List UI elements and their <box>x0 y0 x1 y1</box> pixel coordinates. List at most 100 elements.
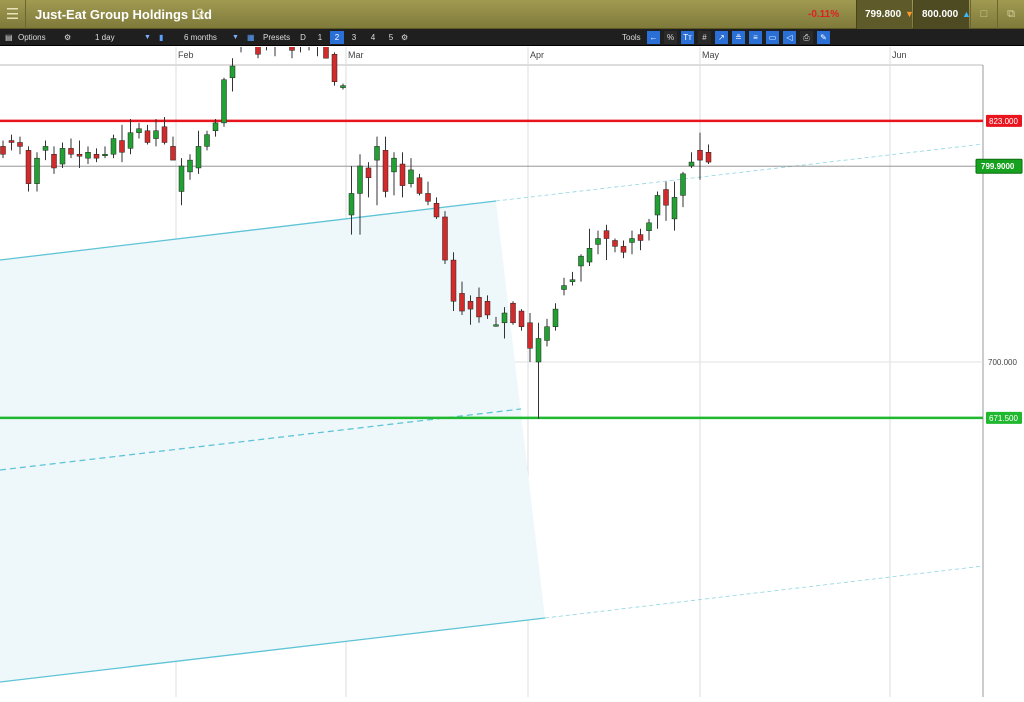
tools-label: Tools <box>622 33 641 42</box>
x-tick-label-apr: Apr <box>530 50 544 60</box>
candle-body <box>493 324 499 327</box>
search-icon[interactable]: ⚲ <box>195 6 205 22</box>
chart-toolbar: ▤ Options ⚙ 1 day ▼ ▮ 6 months ▼ ▦ Prese… <box>0 29 1024 46</box>
candle-body <box>68 148 74 155</box>
preset-2[interactable]: 2 <box>330 31 344 44</box>
sell-price: 799.800 <box>865 9 902 20</box>
candle-body <box>569 279 576 282</box>
range-select[interactable]: 6 months <box>184 31 217 44</box>
options-button[interactable]: Options <box>18 31 46 44</box>
preset-d[interactable]: D <box>296 31 310 44</box>
channel-fill <box>0 201 545 682</box>
chart-canvas[interactable]: FebMarAprMayJun900.000700.000896.500823.… <box>0 0 1024 697</box>
buy-price: 800.000 <box>922 9 959 20</box>
settings-gear-icon[interactable]: ⚙ <box>64 31 71 44</box>
x-tick-label-jun: Jun <box>892 50 907 60</box>
candle-body <box>663 189 669 206</box>
candle-body <box>637 234 644 241</box>
candle-body <box>501 312 508 324</box>
level-label: 671.500 <box>989 414 1018 423</box>
candle-body <box>221 79 227 124</box>
candle-body <box>391 157 397 173</box>
calendar-icon[interactable]: ▦ <box>247 31 255 44</box>
trendline-icon[interactable]: ↗ <box>715 31 728 44</box>
candle-body <box>484 300 491 316</box>
candle-body <box>425 193 431 202</box>
candle-body <box>688 161 695 167</box>
chevron-down-icon[interactable]: ▼ <box>232 31 239 44</box>
expand-icon[interactable]: ⧉ <box>997 0 1024 29</box>
candle-body <box>365 167 372 179</box>
candle-body <box>25 150 32 184</box>
price-chart[interactable]: FebMarAprMayJun900.000700.000896.500823.… <box>0 0 1024 697</box>
candle-body <box>0 146 6 155</box>
candle-body <box>76 153 83 157</box>
candle-body <box>51 153 57 169</box>
candle-body <box>331 54 338 82</box>
candle-body <box>59 148 66 165</box>
candle-body <box>93 153 100 159</box>
level-label: 823.000 <box>989 117 1018 126</box>
candle-body <box>459 293 465 312</box>
candle-body <box>17 142 23 147</box>
interval-select[interactable]: 1 day <box>95 31 115 44</box>
x-tick-label-may: May <box>702 50 720 60</box>
buy-price-button[interactable]: 800.000 ▲ <box>913 0 971 29</box>
candle-body <box>195 146 202 169</box>
candle-body <box>518 310 525 327</box>
candle-body <box>510 302 516 324</box>
candle-body <box>654 195 661 216</box>
chevron-down-icon[interactable]: ▼ <box>144 31 151 44</box>
candle-body <box>578 255 584 267</box>
candle-body <box>170 146 176 161</box>
preset-4[interactable]: 4 <box>366 31 380 44</box>
print-icon[interactable]: ⎙ <box>800 31 813 44</box>
candle-body <box>255 0 261 55</box>
hamburger-icon[interactable]: ☰ <box>0 0 26 29</box>
back-arrow-icon[interactable]: ← <box>647 31 660 44</box>
candle-body <box>442 216 448 261</box>
candle-body <box>527 322 533 349</box>
preset-1[interactable]: 1 <box>313 31 327 44</box>
x-axis-strip <box>0 47 1024 65</box>
shapes-icon[interactable]: ▭ <box>766 31 779 44</box>
candle-body <box>705 152 712 163</box>
preset-3[interactable]: 3 <box>347 31 361 44</box>
preset-settings-icon[interactable]: ⚙ <box>401 31 408 44</box>
price-change: -0.11% <box>808 9 840 20</box>
candle-body <box>212 122 219 131</box>
candle-body <box>382 150 389 192</box>
candle-body <box>161 126 168 143</box>
candle-body <box>646 222 652 231</box>
candle-body <box>229 65 236 79</box>
detach-icon[interactable]: □ <box>970 0 997 29</box>
last-price-label: 799.9000 <box>981 162 1015 171</box>
candle-body <box>680 173 686 196</box>
lock-icon[interactable]: ▮ <box>159 31 163 44</box>
settings-wrench-icon[interactable]: ✎ <box>817 31 830 44</box>
candle-body <box>340 85 346 88</box>
parallel-channel-icon[interactable]: ≗ <box>732 31 745 44</box>
callout-icon[interactable]: ◁ <box>783 31 796 44</box>
options-icon[interactable]: ▤ <box>5 31 13 44</box>
y-tick-label: 700.000 <box>988 358 1017 367</box>
candle-body <box>119 140 125 153</box>
channel-upper-extension <box>495 143 984 202</box>
candle-body <box>612 240 618 247</box>
candle-body <box>34 157 40 184</box>
text-tool-button[interactable]: Tт <box>681 31 694 44</box>
sell-price-button[interactable]: 799.800 ▼ <box>856 0 914 29</box>
presets-label: Presets <box>263 33 291 42</box>
percent-button[interactable]: % <box>664 31 677 44</box>
preset-5[interactable]: 5 <box>384 31 398 44</box>
candle-body <box>102 153 108 156</box>
candle-body <box>357 165 363 194</box>
fibonacci-icon[interactable]: ≡ <box>749 31 762 44</box>
candle-body <box>476 297 482 318</box>
candle-body <box>671 197 678 220</box>
candle-body <box>204 134 210 147</box>
candle-body <box>416 177 423 194</box>
candle-body <box>595 238 601 245</box>
candle-body <box>697 150 703 161</box>
grid-icon[interactable]: # <box>698 31 711 44</box>
